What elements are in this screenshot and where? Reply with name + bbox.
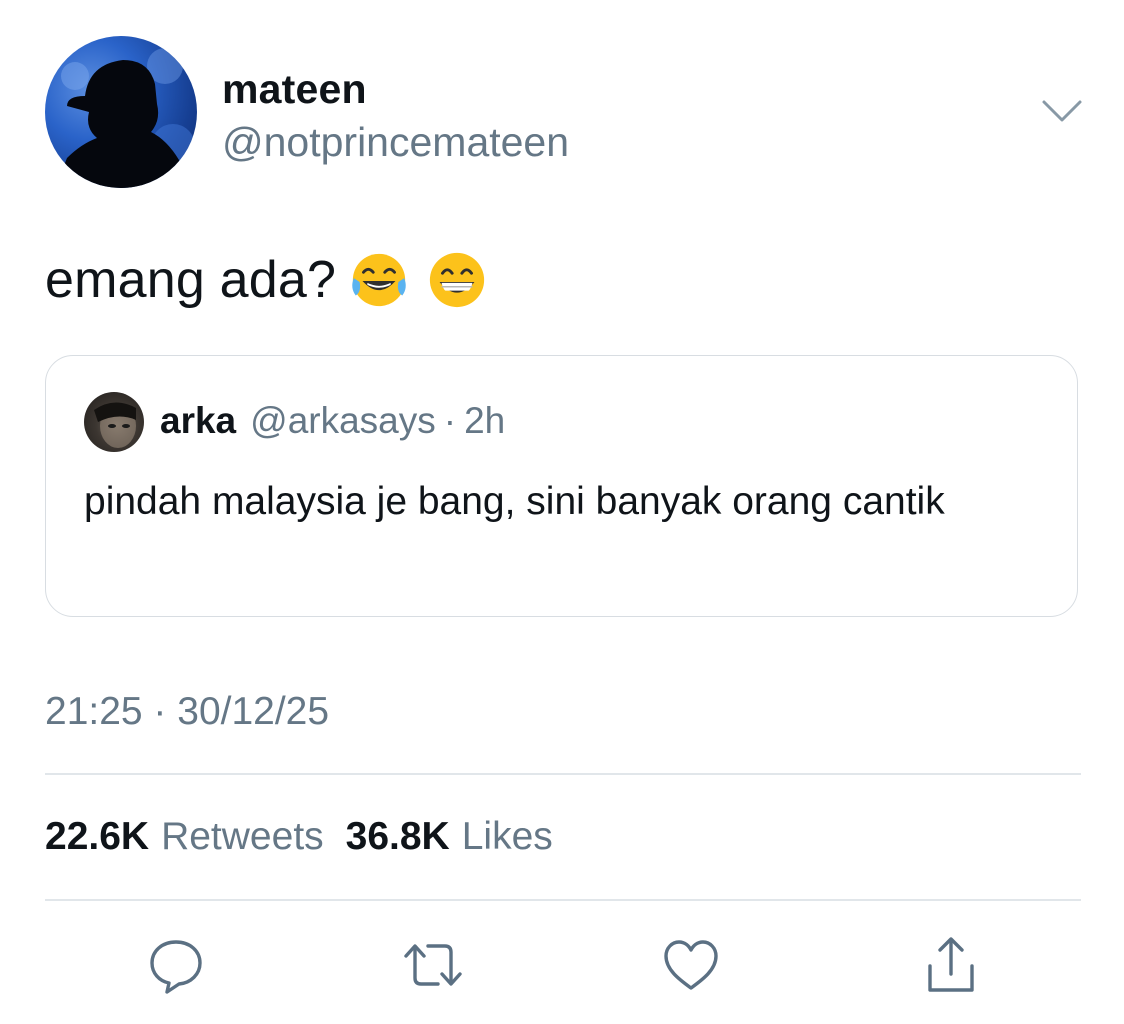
likes-count: 36.8K — [345, 815, 450, 858]
face-with-tears-of-joy-icon — [348, 249, 410, 311]
retweets-count: 22.6K — [45, 815, 150, 858]
tweet-text: emang ada? — [45, 251, 337, 309]
chevron-down-icon[interactable] — [1040, 96, 1084, 126]
author-name[interactable]: mateen — [222, 66, 367, 113]
quoted-author-name[interactable]: arka — [160, 400, 236, 442]
likes-label: Likes — [461, 815, 553, 858]
divider — [45, 773, 1081, 775]
retweets-label: Retweets — [161, 815, 324, 858]
grinning-face-with-smiling-eyes-icon — [426, 249, 488, 311]
quoted-author-handle[interactable]: @arkasays — [250, 400, 436, 442]
quoted-tweet-time: 2h — [464, 400, 506, 441]
tweet-body: emang ada? — [45, 245, 488, 315]
author-handle[interactable]: @notprincemateen — [222, 119, 569, 166]
reply-icon[interactable] — [145, 934, 207, 996]
share-icon[interactable] — [920, 934, 982, 996]
retweet-icon[interactable] — [402, 934, 464, 996]
divider — [45, 899, 1081, 901]
quoted-author-avatar[interactable] — [84, 392, 144, 452]
tweet-timestamp[interactable]: 21:25 · 30/12/25 — [45, 690, 329, 734]
header-separator: · — [443, 400, 457, 441]
author-avatar[interactable] — [45, 36, 197, 188]
quoted-tweet-text: pindah malaysia je bang, sini banyak ora… — [84, 480, 945, 523]
like-icon[interactable] — [660, 934, 722, 996]
quoted-tweet-header: arka @arkasays · 2h — [160, 400, 505, 442]
engagement-stats: 22.6K Retweets 36.8K Likes — [45, 815, 553, 859]
likes-stat[interactable]: 36.8K Likes — [346, 815, 553, 858]
retweets-stat[interactable]: 22.6K Retweets — [45, 815, 324, 858]
